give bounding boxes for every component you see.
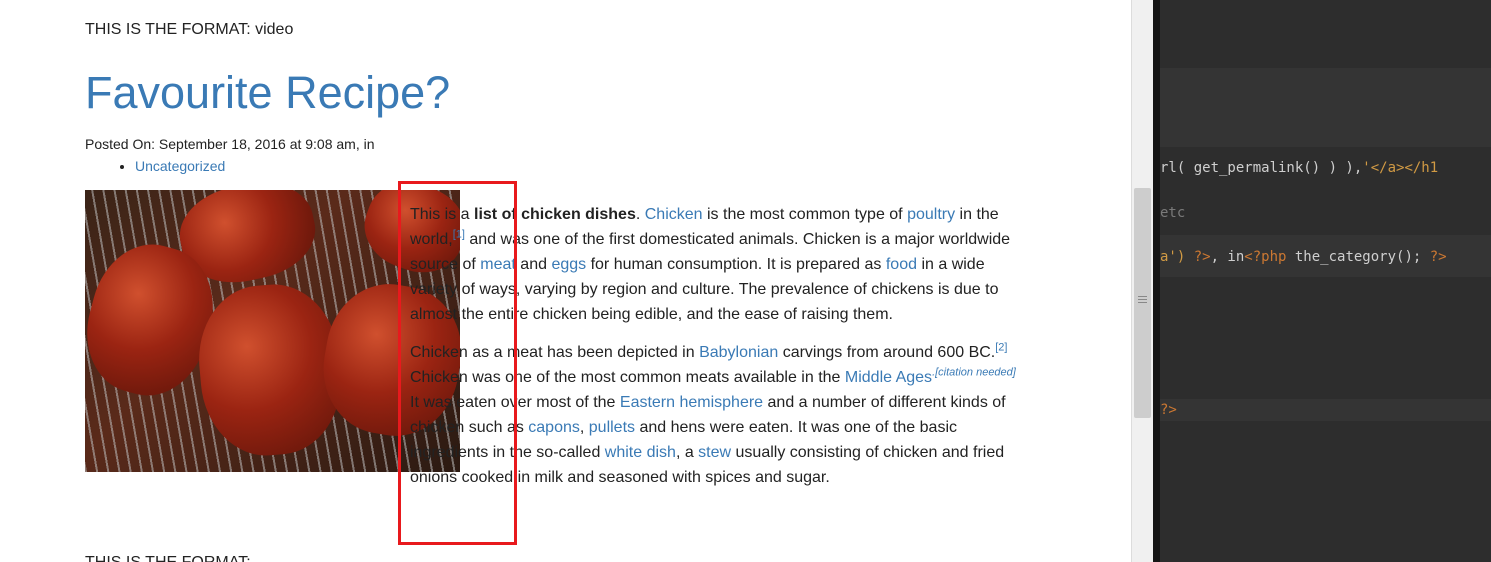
text: is the most common type of bbox=[702, 206, 908, 223]
link-capons[interactable]: capons bbox=[528, 419, 580, 436]
link-stew[interactable]: stew bbox=[698, 444, 731, 461]
panel-divider bbox=[1153, 0, 1160, 562]
link-poultry[interactable]: poultry bbox=[907, 206, 955, 223]
post-title-link[interactable]: Favourite Recipe? bbox=[85, 66, 450, 120]
category-item: Uncategorized bbox=[135, 158, 225, 174]
red-highlight-box bbox=[398, 181, 517, 545]
text: , a bbox=[675, 444, 699, 461]
code-token: ?> bbox=[1429, 249, 1447, 265]
link-pullets[interactable]: pullets bbox=[589, 419, 635, 436]
browser-page: THIS IS THE FORMAT: video Favourite Reci… bbox=[0, 0, 1131, 562]
text: , bbox=[579, 419, 589, 436]
text: . bbox=[635, 206, 645, 223]
code-token: a') bbox=[1160, 249, 1194, 265]
category-link[interactable]: Uncategorized bbox=[135, 158, 225, 174]
format-label: THIS IS THE FORMAT: video bbox=[85, 21, 294, 38]
editor-line-band bbox=[1160, 68, 1491, 147]
text: and bbox=[515, 256, 552, 273]
scrollbar-thumb[interactable] bbox=[1134, 188, 1151, 418]
code-editor-panel: rl( get_permalink() ) ),'</a></h1 etc a'… bbox=[1160, 0, 1491, 562]
link-eggs[interactable]: eggs bbox=[551, 256, 586, 273]
category-list: Uncategorized bbox=[115, 158, 225, 174]
code-line-4: ?> bbox=[1160, 402, 1491, 418]
code-token: <?php bbox=[1244, 249, 1287, 265]
code-token: the_category(); bbox=[1286, 249, 1430, 265]
link-food[interactable]: food bbox=[886, 256, 917, 273]
code-line-3: a') ?>, in<?php the_category(); ?> bbox=[1160, 249, 1491, 265]
reference-2[interactable]: [2] bbox=[995, 342, 1007, 354]
grip-icon bbox=[1138, 296, 1147, 304]
page-scrollbar[interactable] bbox=[1131, 0, 1153, 562]
post-meta: Posted On: September 18, 2016 at 9:08 am… bbox=[85, 136, 375, 152]
code-line-2: etc bbox=[1160, 205, 1491, 221]
link-middle-ages[interactable]: Middle Ages bbox=[845, 369, 932, 386]
link-chicken[interactable]: Chicken bbox=[645, 206, 703, 223]
code-token: ?> bbox=[1193, 249, 1211, 265]
link-eastern-hemisphere[interactable]: Eastern hemisphere bbox=[620, 394, 763, 411]
format-label-bottom: THIS IS THE FORMAT: bbox=[85, 554, 251, 562]
code-line-1: rl( get_permalink() ) ),'</a></h1 bbox=[1160, 160, 1491, 176]
text: carvings from around 600 BC. bbox=[778, 344, 996, 361]
code-token: , in bbox=[1210, 249, 1245, 265]
code-token: ?> bbox=[1160, 402, 1177, 418]
text: for human consumption. It is prepared as bbox=[586, 256, 886, 273]
link-white-dish[interactable]: white dish bbox=[605, 444, 676, 461]
code-token: '</a></h1 bbox=[1362, 160, 1439, 176]
citation-needed-link[interactable]: .[citation needed] bbox=[932, 367, 1016, 379]
code-token: rl( get_permalink() ) ), bbox=[1160, 160, 1363, 176]
link-babylonian[interactable]: Babylonian bbox=[699, 344, 778, 361]
code-token: etc bbox=[1160, 205, 1186, 221]
